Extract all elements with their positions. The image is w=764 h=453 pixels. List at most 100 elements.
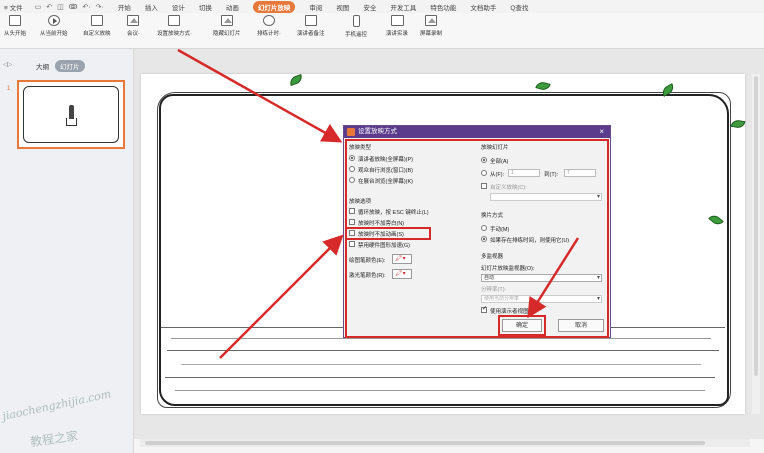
custom-show-label: 自定义放映(C):	[490, 185, 527, 191]
radio-from-slides[interactable]	[481, 170, 487, 176]
slides-heading: 放映幻灯片	[481, 145, 509, 151]
from-beginning-label: 从头开始	[4, 31, 27, 37]
tab-insert[interactable]: 插入	[145, 2, 158, 12]
setup-show-dialog: 设置放映方式 × 放映类型 演讲者放映(全屏幕)(P) 观众自行浏览(窗口)(B…	[343, 125, 611, 338]
pen-color-label: 绘图笔颜色(E):	[349, 258, 386, 264]
phone-remote-button[interactable]: 手机遥控	[345, 15, 367, 38]
highlight-no-animation	[345, 227, 431, 240]
hide-slide-button[interactable]: 隐藏幻灯片	[213, 15, 241, 37]
tab-security[interactable]: 安全	[363, 2, 376, 12]
show-type-heading: 放映类型	[349, 145, 372, 151]
record-talk-label: 演讲实录	[386, 31, 409, 37]
radio-use-timings[interactable]	[481, 236, 487, 242]
no-narration-label: 放映时不加旁白(N)	[358, 221, 405, 227]
record-talk-button[interactable]: 演讲实录	[386, 15, 408, 37]
search-box[interactable]: Q查找	[510, 2, 528, 12]
radio-audience[interactable]	[349, 166, 355, 172]
speaker-notes-label: 演讲者备注	[297, 31, 325, 37]
horizontal-scrollbar[interactable]	[140, 439, 750, 447]
setup-show-icon	[168, 15, 181, 26]
wood-line	[165, 377, 715, 378]
cactus-icon	[69, 105, 74, 119]
screen-record-icon	[425, 15, 437, 26]
tab-outline[interactable]: 大纲	[36, 61, 49, 71]
menubar: ≡ 文件 ▭ ↶ ◫ ↂ ↶· ↷· 开始 插入 设计 切换 动画 幻灯片放映 …	[0, 0, 764, 13]
meeting-button[interactable]: 会议·	[127, 15, 140, 37]
tab-features[interactable]: 特色功能	[430, 2, 456, 12]
quick-access-toolbar: ▭ ↶ ◫ ↂ ↶· ↷·	[35, 3, 104, 11]
wood-line	[167, 350, 719, 351]
tab-doc-assistant[interactable]: 文档助手	[470, 2, 496, 12]
app-icon	[347, 128, 355, 136]
tab-design[interactable]: 设计	[172, 2, 185, 12]
tab-slideshow[interactable]: 幻灯片放映	[252, 0, 296, 13]
custom-show-checkbox[interactable]	[481, 183, 487, 189]
tab-developer[interactable]: 开发工具	[390, 2, 416, 12]
screen-record-button[interactable]: 屏幕录制	[420, 15, 442, 37]
presenter-view-checkbox[interactable]	[481, 305, 487, 313]
tab-animations[interactable]: 动画	[226, 2, 239, 12]
radio-all-slides[interactable]	[481, 157, 487, 163]
tab-review[interactable]: 审阅	[309, 2, 322, 12]
clock-icon	[262, 15, 275, 26]
to-label: 到(T):	[544, 172, 559, 178]
vertical-scrollbar[interactable]	[752, 74, 760, 414]
collapse-pane-icon[interactable]: ◁▷	[3, 61, 12, 68]
hide-slide-label: 隐藏幻灯片	[213, 31, 241, 37]
loop-checkbox[interactable]	[349, 208, 355, 214]
monitors-heading: 多监视器	[481, 254, 504, 260]
radio-presenter-label: 演讲者放映(全屏幕)(P)	[358, 157, 413, 163]
from-current-button[interactable]: 从当前开始	[40, 15, 68, 37]
from-input[interactable]: 1	[508, 169, 540, 177]
tab-home[interactable]: 开始	[118, 2, 131, 12]
leaf-icon	[730, 118, 746, 130]
tab-view[interactable]: 视图	[336, 2, 349, 12]
laser-color-picker[interactable]: 🖍▾	[392, 269, 412, 279]
hw-accel-checkbox[interactable]	[349, 241, 355, 247]
custom-show-icon	[90, 15, 103, 26]
radio-manual-label: 手动(M)	[490, 227, 510, 233]
undo-icon[interactable]: ↶·	[82, 3, 90, 11]
display-select[interactable]: 自动	[481, 274, 602, 282]
slide-thumbnail[interactable]	[17, 80, 125, 149]
custom-show-select[interactable]	[490, 193, 602, 201]
scroll-thumb[interactable]	[145, 441, 705, 445]
show-options-heading: 放映选项	[349, 199, 372, 205]
file-menu[interactable]: ≡ 文件	[4, 2, 23, 12]
undo-history-icon[interactable]: ↶	[46, 3, 52, 11]
slide-number: 1	[7, 86, 11, 92]
tab-transitions[interactable]: 切换	[199, 2, 212, 12]
radio-all-slides-label: 全部(A)	[490, 159, 509, 165]
radio-presenter[interactable]	[349, 155, 355, 161]
cancel-button[interactable]: 取消	[558, 319, 604, 332]
screen-record-label: 屏幕录制	[420, 31, 443, 37]
radio-manual[interactable]	[481, 225, 487, 231]
scroll-thumb[interactable]	[754, 76, 758, 376]
radio-use-timings-label: 如果存在排练时间，则使用它(U)	[490, 238, 570, 244]
speaker-notes-button[interactable]: 演讲者备注	[297, 15, 325, 37]
leaf-icon	[288, 73, 304, 87]
setup-show-button[interactable]: 设置放映方式·	[157, 15, 192, 37]
tab-slides[interactable]: 幻灯片	[55, 60, 85, 72]
print-icon[interactable]: ◫	[57, 3, 64, 11]
notes-icon	[304, 15, 317, 26]
resolution-label: 分辨率(T):	[481, 287, 507, 293]
save-icon[interactable]: ▭	[35, 3, 42, 11]
preview-icon[interactable]: ↂ	[69, 3, 78, 11]
resolution-select[interactable]: 使用当前分辨率	[481, 295, 602, 303]
display-label: 幻灯片放映监视器(O):	[481, 266, 535, 272]
highlight-ok-button	[498, 315, 546, 336]
camera-icon	[390, 15, 404, 26]
close-icon[interactable]: ×	[599, 126, 604, 138]
no-narration-checkbox[interactable]	[349, 219, 355, 225]
to-input[interactable]: 7	[564, 169, 596, 177]
pen-color-picker[interactable]: 🖍▾	[392, 254, 412, 264]
rehearse-timings-button[interactable]: 排练计时·	[257, 15, 281, 37]
custom-show-label: 自定义放映	[83, 31, 111, 37]
rehearse-timings-label: 排练计时·	[257, 31, 281, 37]
dialog-title: 设置放映方式	[358, 128, 397, 135]
from-beginning-button[interactable]: 从头开始	[4, 15, 26, 37]
custom-show-button[interactable]: 自定义放映	[83, 15, 111, 37]
redo-icon[interactable]: ↷·	[96, 3, 104, 11]
radio-kiosk[interactable]	[349, 177, 355, 183]
